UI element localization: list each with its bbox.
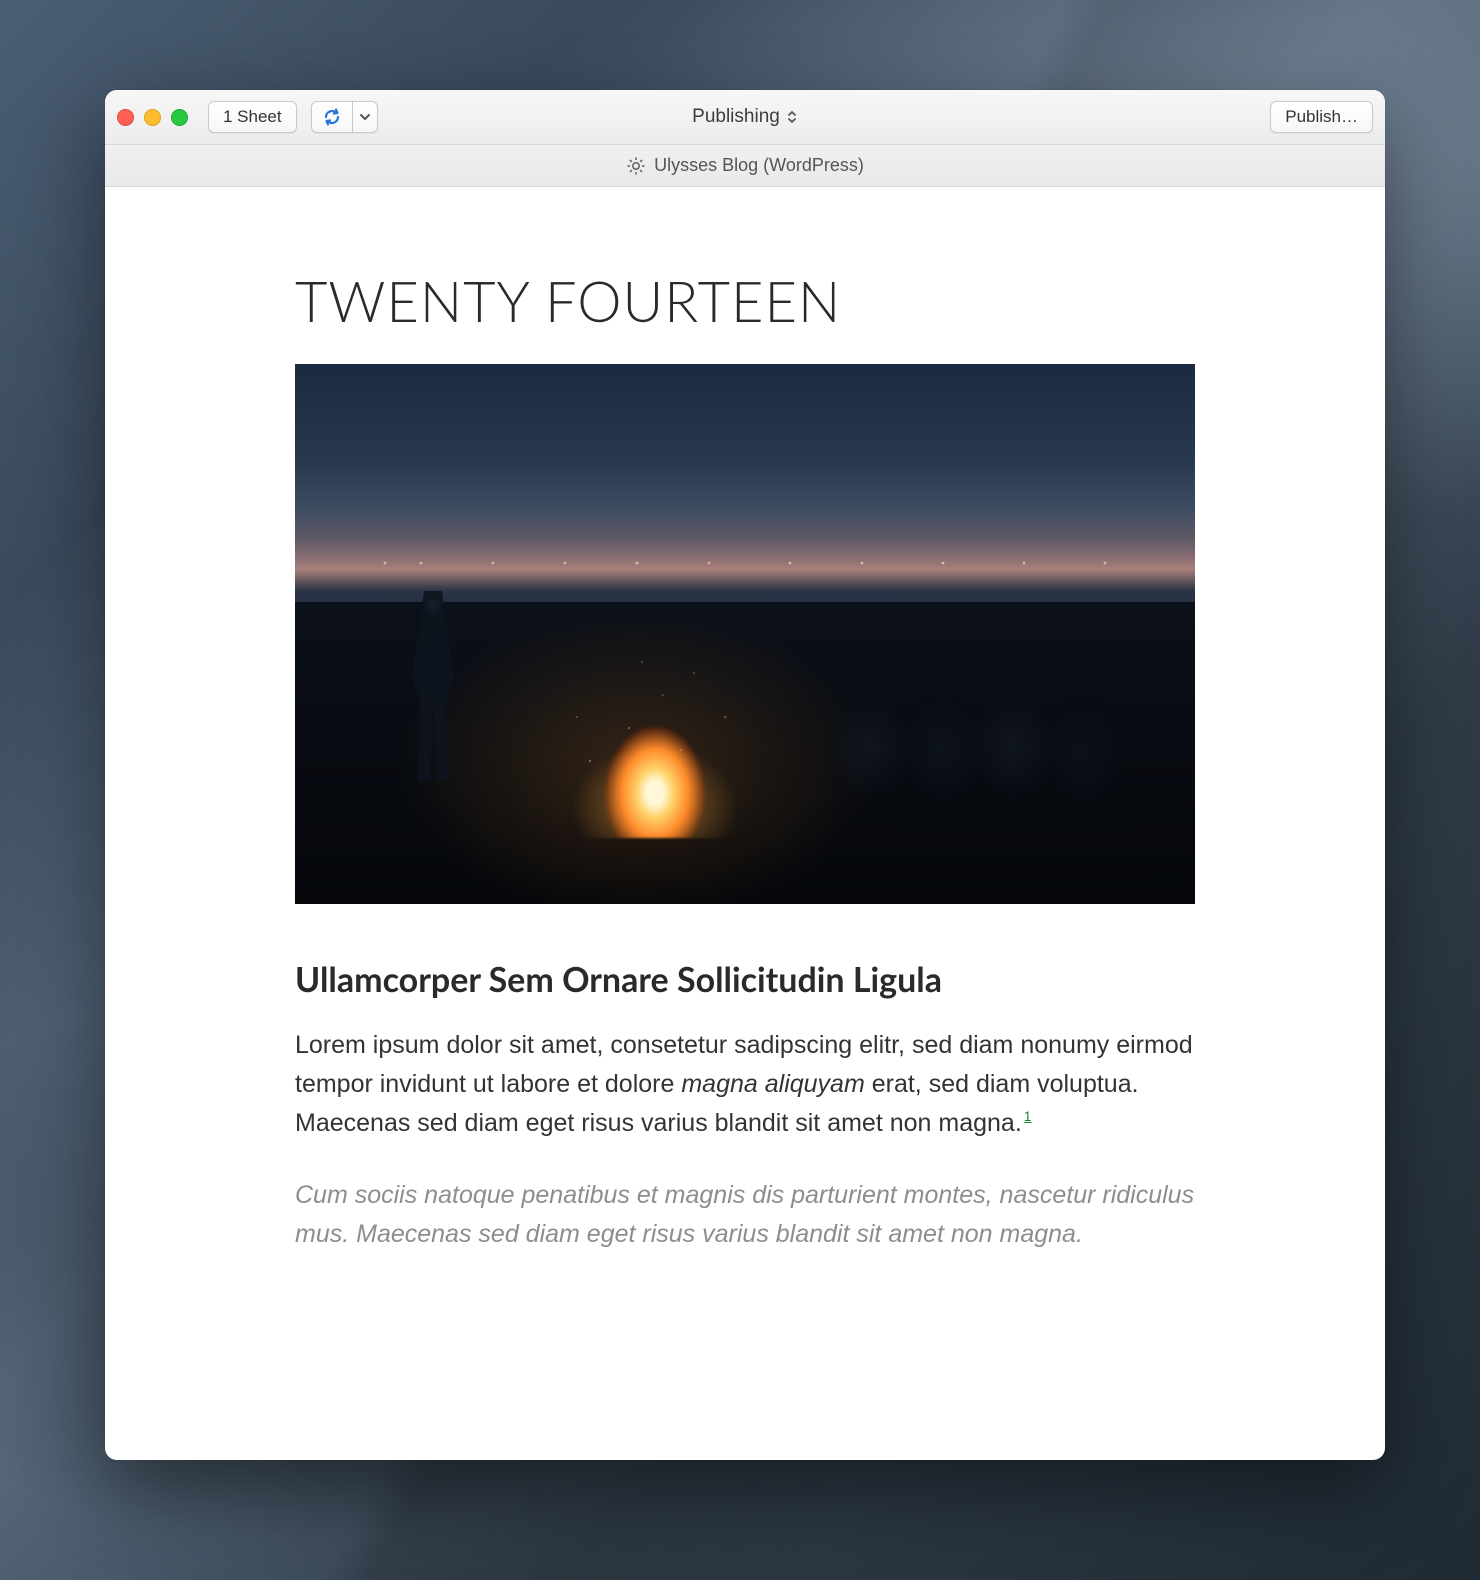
refresh-combo	[311, 101, 378, 133]
post-blockquote: Cum sociis natoque penatibus et magnis d…	[295, 1176, 1195, 1254]
publish-button[interactable]: Publish…	[1270, 101, 1373, 133]
app-window: 1 Sheet Publishing	[105, 90, 1385, 1460]
sort-icon	[786, 109, 798, 125]
publish-account-label: Ulysses Blog (WordPress)	[654, 155, 864, 176]
gear-icon	[626, 156, 646, 176]
paragraph-emphasis: magna aliquyam	[681, 1070, 864, 1098]
chevron-down-icon	[359, 112, 371, 122]
sheet-count-label: 1 Sheet	[223, 107, 282, 127]
post-heading: Ullamcorper Sem Ornare Sollicitudin Ligu…	[295, 959, 1195, 1000]
refresh-icon	[322, 108, 342, 126]
zoom-window-button[interactable]	[171, 109, 188, 126]
preview-mode-selector[interactable]: Publishing	[692, 106, 798, 128]
window-controls	[117, 109, 188, 126]
publish-account-bar[interactable]: Ulysses Blog (WordPress)	[105, 145, 1385, 187]
minimize-window-button[interactable]	[144, 109, 161, 126]
site-title: TWENTY FOURTEEN	[295, 267, 1195, 334]
titlebar: 1 Sheet Publishing	[105, 90, 1385, 145]
window-title: Publishing	[105, 106, 1385, 128]
preview-content: TWENTY FOURTEEN Ullamcorper Sem Ornare S…	[105, 187, 1385, 1460]
post-paragraph: Lorem ipsum dolor sit amet, consetetur s…	[295, 1026, 1195, 1142]
window-title-label: Publishing	[692, 106, 780, 128]
refresh-button[interactable]	[311, 101, 353, 133]
featured-image	[295, 364, 1195, 904]
sheet-count-button[interactable]: 1 Sheet	[208, 101, 297, 133]
refresh-menu-button[interactable]	[353, 101, 378, 133]
footnote-ref-link[interactable]: 1	[1024, 1109, 1032, 1124]
close-window-button[interactable]	[117, 109, 134, 126]
publish-button-label: Publish…	[1285, 107, 1358, 127]
